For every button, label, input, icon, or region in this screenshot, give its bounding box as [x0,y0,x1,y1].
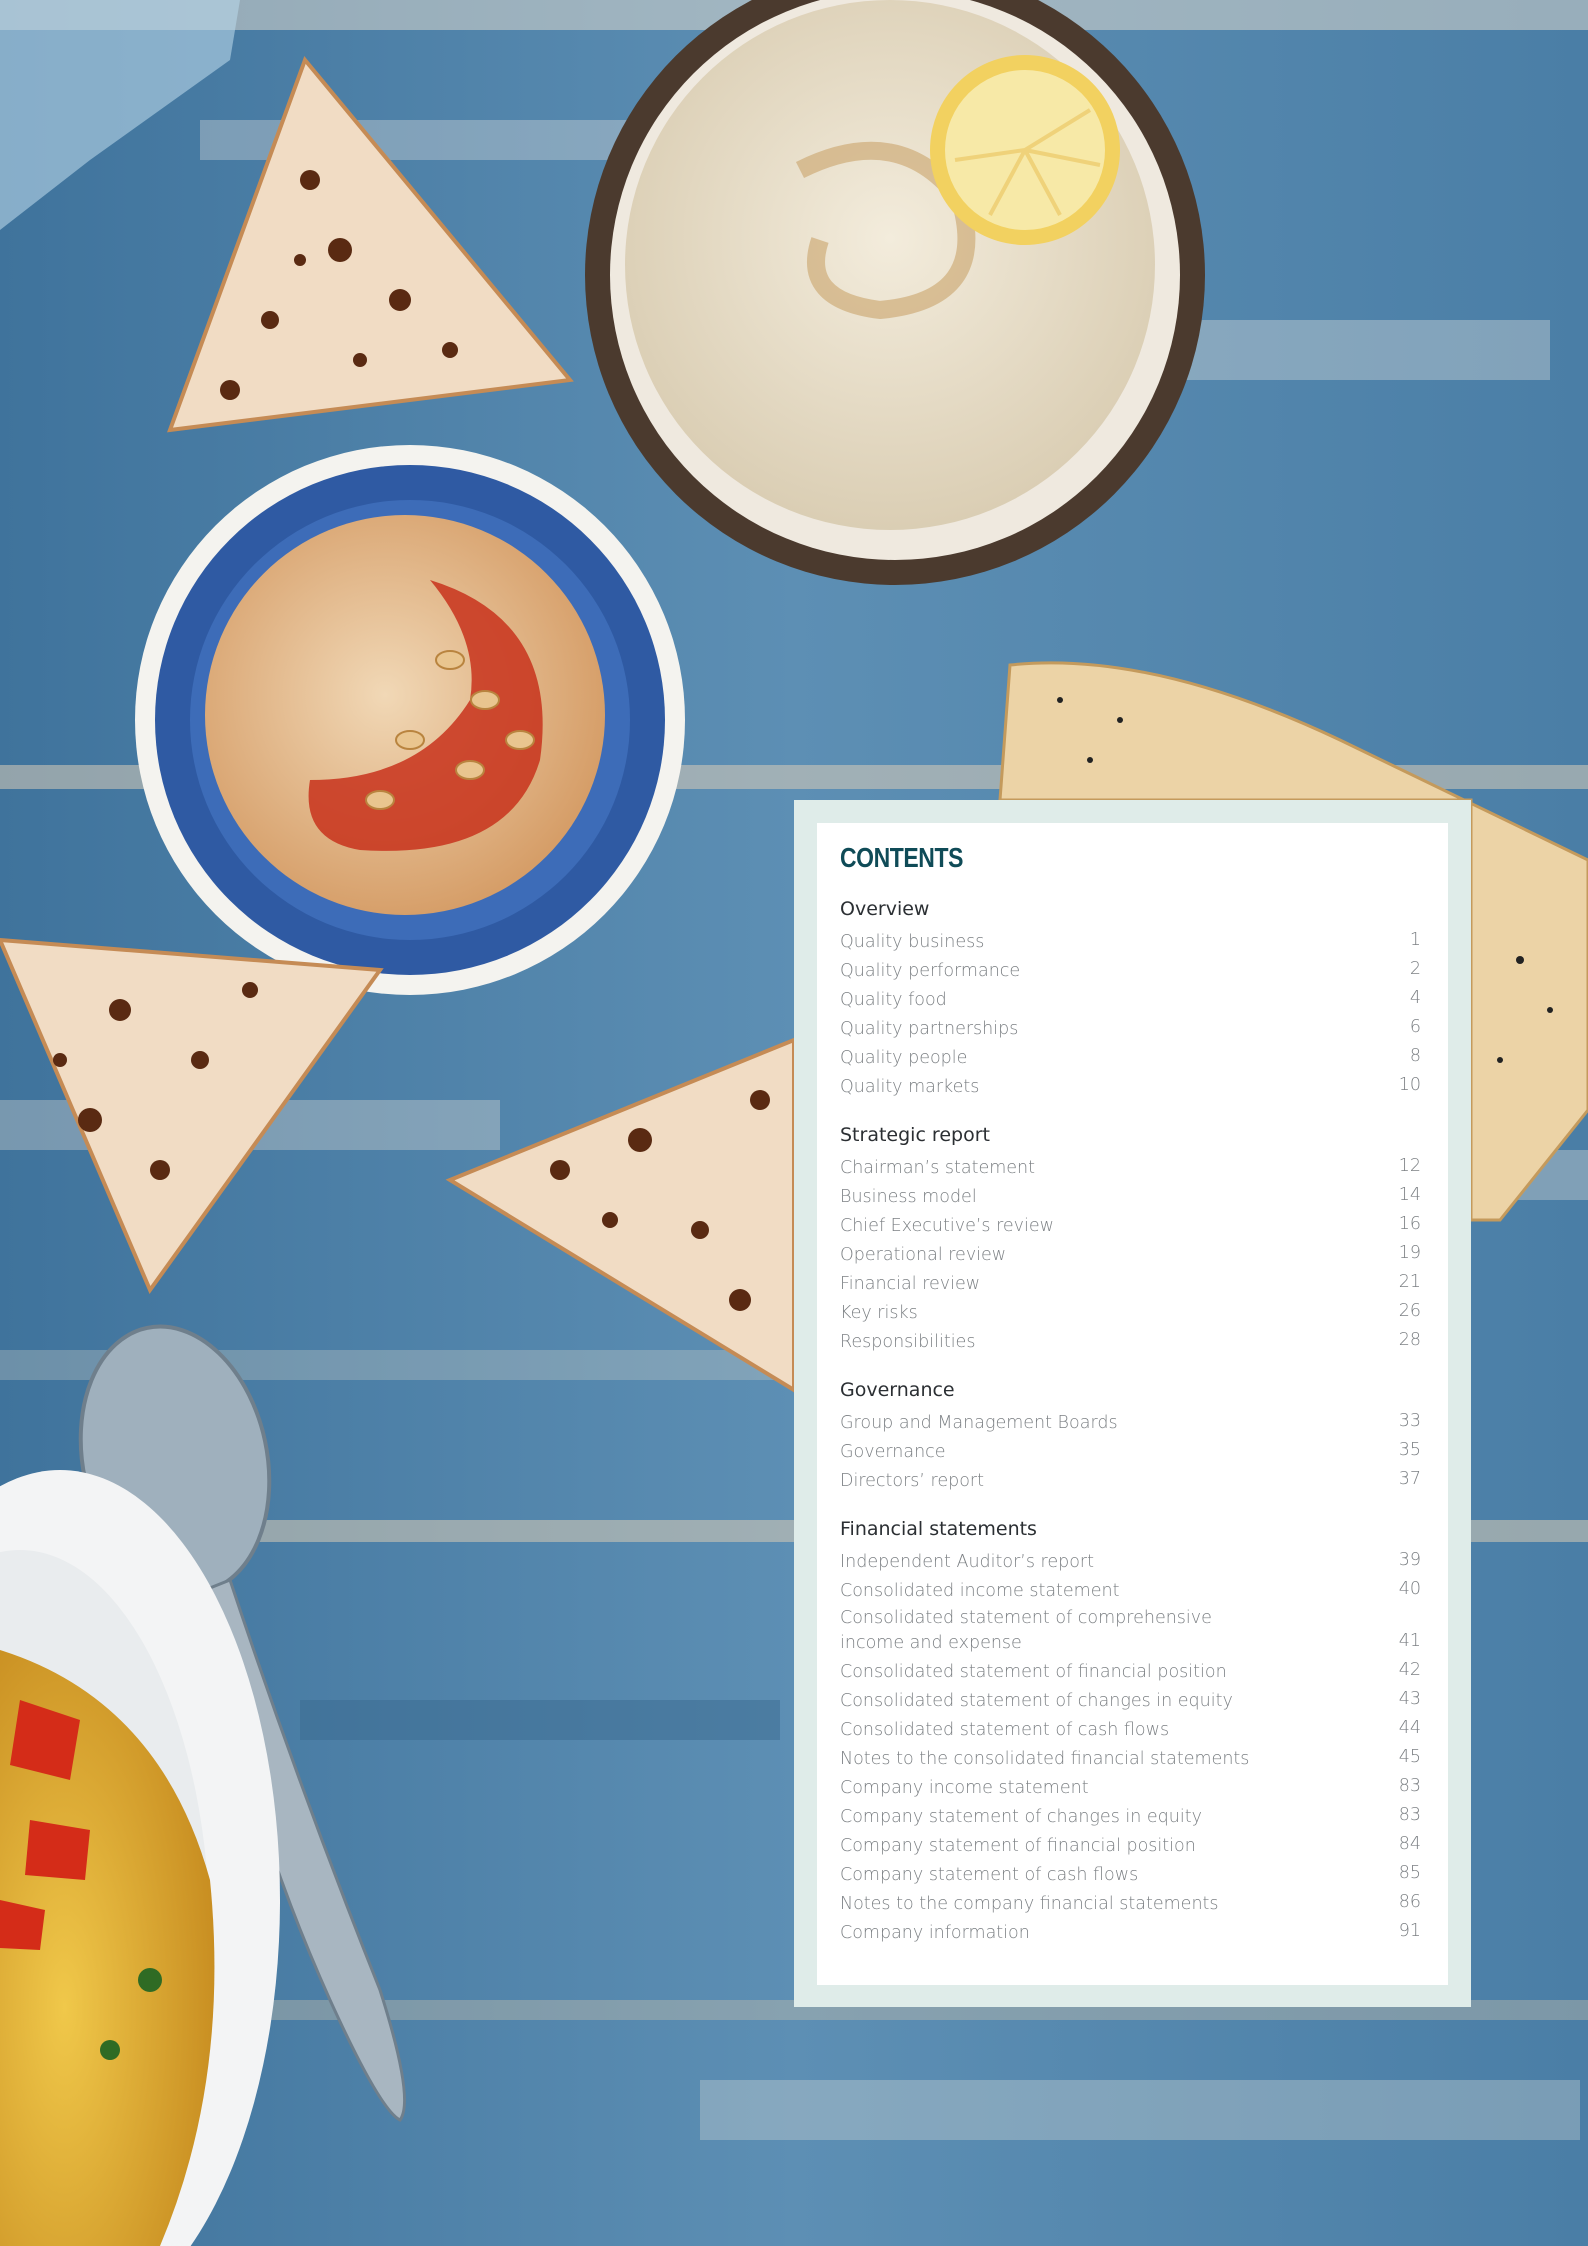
toc-entry-page-number: 1 [1409,930,1421,950]
toc-entry[interactable]: Operational review 19 [840,1239,1421,1268]
toc-entry[interactable]: Chief Executive’s review 16 [840,1210,1421,1239]
toc-entry-label: Quality markets [840,1077,980,1097]
toc-entry-label: Quality people [840,1048,968,1068]
toc-entry[interactable]: Quality people 8 [840,1042,1421,1071]
toc-entry-page-number: 4 [1409,988,1421,1008]
toc-entry-label: Chief Executive’s review [840,1216,1054,1236]
toc-entry[interactable]: Financial review 21 [840,1268,1421,1297]
toc-entry-page-number: 85 [1398,1863,1421,1883]
toc-entry[interactable]: Chairman’s statement 12 [840,1152,1421,1181]
toc-entry-page-number: 43 [1398,1689,1421,1709]
toc-entry[interactable]: Consolidated statement of comprehensive … [840,1604,1421,1656]
toc-section: Financial statements Independent Auditor’… [840,1516,1421,1946]
toc-section-heading: Financial statements [840,1518,1037,1540]
toc-entry[interactable]: Quality performance 2 [840,955,1421,984]
toc-entry-label: Independent Auditor’s report [840,1552,1094,1572]
table-of-contents: Overview Quality business 1 Quality perform… [840,896,1421,1968]
toc-entry-label: Quality performance [840,961,1021,981]
toc-entry[interactable]: Directors’ report 37 [840,1465,1421,1494]
toc-entry[interactable]: Governance 35 [840,1436,1421,1465]
toc-section-heading: Overview [840,898,930,920]
toc-entry-label: Consolidated statement of changes in equ… [840,1691,1233,1711]
toc-entry-label: Chairman’s statement [840,1158,1035,1178]
toc-entry[interactable]: Key risks 26 [840,1297,1421,1326]
toc-entry-page-number: 28 [1398,1330,1421,1350]
toc-entry-page-number: 86 [1398,1892,1421,1912]
toc-entry[interactable]: Notes to the company financial statement… [840,1888,1421,1917]
toc-entry-page-number: 21 [1398,1272,1421,1292]
toc-entry[interactable]: Company statement of cash flows 85 [840,1859,1421,1888]
lemon-slice [930,55,1120,245]
toc-entry-page-number: 41 [1398,1631,1421,1651]
toc-entry-label: Operational review [840,1245,1007,1265]
toc-entry-label: Company information [840,1923,1030,1943]
toc-entry-label: Consolidated statement of comprehensive … [840,1608,1212,1653]
toc-entry-page-number: 84 [1398,1834,1421,1854]
toc-entry-label: Governance [840,1442,946,1462]
toc-entry[interactable]: Quality food 4 [840,984,1421,1013]
toc-entry[interactable]: Group and Management Boards 33 [840,1407,1421,1436]
toc-entry-label: Quality food [840,990,947,1010]
toc-entry-label: Consolidated statement of cash flows [840,1720,1170,1740]
toc-entry[interactable]: Quality markets 10 [840,1071,1421,1100]
toc-entry-page-number: 2 [1409,959,1421,979]
toc-entry-page-number: 91 [1398,1921,1421,1941]
toc-entry-page-number: 40 [1398,1579,1421,1599]
toc-entry-label: Company statement of cash flows [840,1865,1139,1885]
toc-entry-label: Consolidated income statement [840,1581,1120,1601]
toc-entry-label: Company statement of changes in equity [840,1807,1202,1827]
contents-title: CONTENTS [840,842,963,873]
toc-entry[interactable]: Responsibilities 28 [840,1326,1421,1355]
toc-entry-label: Directors’ report [840,1471,984,1491]
toc-entry[interactable]: Consolidated statement of changes in equ… [840,1685,1421,1714]
toc-entry[interactable]: Consolidated income statement 40 [840,1575,1421,1604]
toc-entry[interactable]: Business model 14 [840,1181,1421,1210]
toc-entry-page-number: 19 [1398,1243,1421,1263]
toc-entry-page-number: 83 [1398,1776,1421,1796]
toc-entry-page-number: 37 [1398,1469,1421,1489]
toc-entry[interactable]: Notes to the consolidated financial stat… [840,1743,1421,1772]
toc-entry-label: Consolidated statement of financial posi… [840,1662,1227,1682]
toc-entry-page-number: 42 [1398,1660,1421,1680]
toc-entry[interactable]: Quality partnerships 6 [840,1013,1421,1042]
toc-entry-page-number: 83 [1398,1805,1421,1825]
toc-entry-label: Group and Management Boards [840,1413,1118,1433]
toc-entry-label: Notes to the company financial statement… [840,1894,1219,1914]
toc-entry-page-number: 10 [1398,1075,1421,1095]
toc-entry-label: Company statement of financial position [840,1836,1196,1856]
toc-section-heading: Governance [840,1379,955,1401]
toc-entry[interactable]: Quality business 1 [840,926,1421,955]
toc-section: Overview Quality business 1 Quality perform… [840,896,1421,1100]
toc-entry-page-number: 44 [1398,1718,1421,1738]
toc-entry-page-number: 26 [1398,1301,1421,1321]
toc-entry[interactable]: Company statement of changes in equity 83 [840,1801,1421,1830]
toc-section: Governance Group and Management Boards 33 G… [840,1377,1421,1494]
toc-entry[interactable]: Consolidated statement of cash flows 44 [840,1714,1421,1743]
toc-entry-page-number: 6 [1409,1017,1421,1037]
toc-section-heading: Strategic report [840,1124,990,1146]
toc-entry-label: Financial review [840,1274,981,1294]
toc-entry-label: Company income statement [840,1778,1089,1798]
toc-entry-page-number: 45 [1398,1747,1421,1767]
toc-section: Strategic report Chairman’s statement 12 Bu… [840,1122,1421,1355]
toc-entry-page-number: 35 [1398,1440,1421,1460]
toc-entry-label: Responsibilities [840,1332,976,1352]
toc-entry-label: Notes to the consolidated financial stat… [840,1749,1250,1769]
toc-entry[interactable]: Consolidated statement of financial posi… [840,1656,1421,1685]
toc-entry-page-number: 33 [1398,1411,1421,1431]
toc-entry-page-number: 12 [1398,1156,1421,1176]
toc-entry-label: Quality business [840,932,985,952]
toc-entry[interactable]: Company statement of financial position 8… [840,1830,1421,1859]
toc-entry-label: Business model [840,1187,977,1207]
toc-entry[interactable]: Company income statement 83 [840,1772,1421,1801]
toc-entry-page-number: 14 [1398,1185,1421,1205]
toc-entry-label: Quality partnerships [840,1019,1019,1039]
toc-entry-page-number: 8 [1409,1046,1421,1066]
toc-entry[interactable]: Company information 91 [840,1917,1421,1946]
toc-entry-page-number: 16 [1398,1214,1421,1234]
toc-entry[interactable]: Independent Auditor’s report 39 [840,1546,1421,1575]
toc-entry-label: Key risks [840,1303,918,1323]
toc-entry-page-number: 39 [1398,1550,1421,1570]
